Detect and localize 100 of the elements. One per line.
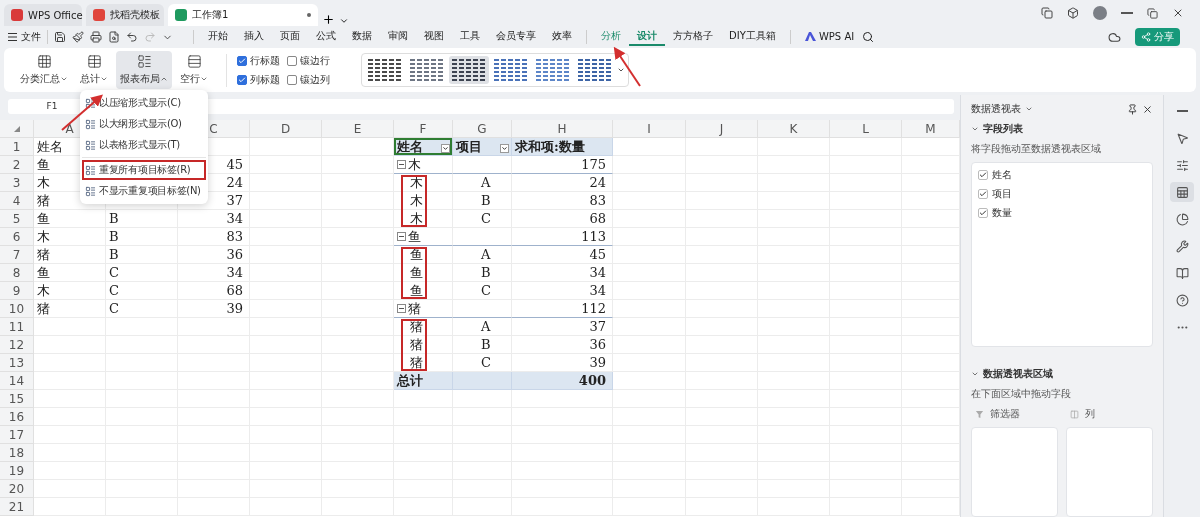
checkbox[interactable]: 列标题 [237,72,287,87]
caret-icon[interactable] [339,16,349,26]
document-tab[interactable]: 工作簿1 [168,4,318,26]
checkbox[interactable]: 镶边行 [287,53,337,68]
column-header[interactable]: I [613,120,686,138]
side-tool-button[interactable] [1170,182,1194,202]
window-icon[interactable] [1041,7,1053,19]
brush-icon[interactable] [72,31,84,43]
table-cell: 36 [178,246,250,264]
row-header[interactable]: 3 [0,174,34,192]
column-header[interactable]: E [322,120,394,138]
menu-tab[interactable]: 插入 [236,28,272,46]
undo-icon[interactable] [126,31,138,43]
new-tab-icon[interactable] [322,13,335,26]
document-tab[interactable]: WPS Office [4,4,82,26]
cursor-icon [1175,131,1189,145]
menu-tab[interactable]: 视图 [416,28,452,46]
share-button[interactable]: 分享 [1135,28,1180,46]
row-header[interactable]: 5 [0,210,34,228]
column-header[interactable]: H [512,120,613,138]
caret-icon[interactable] [971,370,979,378]
menu-tab[interactable]: 开始 [200,28,236,46]
checkbox[interactable]: 行标题 [237,53,287,68]
filter-dropdown-button[interactable] [441,144,450,153]
pin-icon[interactable] [1127,103,1138,115]
more-styles-icon[interactable] [617,66,625,74]
field-checkbox[interactable]: 姓名 [978,168,1146,182]
column-header[interactable]: K [758,120,830,138]
close-icon[interactable] [1172,7,1184,19]
row-header[interactable]: 19 [0,462,34,480]
table-cell: C [453,282,512,300]
field-checkbox[interactable]: 数量 [978,206,1146,220]
column-header[interactable]: F [394,120,453,138]
row-header[interactable]: 20 [0,480,34,498]
caret-icon[interactable] [971,125,979,133]
table-style-gallery[interactable] [361,53,629,87]
menu-tab[interactable]: 页面 [272,28,308,46]
menu-tab[interactable]: 会员专享 [488,28,544,46]
menu-tab[interactable]: 设计 [629,28,665,46]
row-header[interactable]: 21 [0,498,34,516]
row-header[interactable]: 18 [0,444,34,462]
menu-item[interactable]: 重复所有项目标签(R) [82,160,206,180]
cloud-icon[interactable] [1108,30,1121,44]
menu-tab[interactable]: 分析 [593,28,629,46]
column-header[interactable]: J [686,120,758,138]
cube-icon[interactable] [1067,7,1079,19]
collapse-icon[interactable] [397,232,406,241]
ribbon-button[interactable]: 分类汇总 [16,51,72,89]
ribbon-button[interactable]: 报表布局 [116,51,172,89]
avatar[interactable] [1093,6,1107,20]
save-icon[interactable] [54,31,66,43]
chart-icon [1175,212,1189,226]
filter-dropdown-button[interactable] [500,144,509,153]
funnel-icon [975,409,984,419]
ribbon-button[interactable]: 总计 [76,51,112,89]
printer-icon[interactable] [90,31,102,43]
search-icon[interactable] [862,31,875,43]
file-menu[interactable]: 文件 [8,30,41,44]
close-icon[interactable] [1142,103,1153,115]
ribbon-button[interactable]: 空行 [176,51,212,89]
select-all-icon[interactable] [13,125,20,132]
column-header[interactable]: G [453,120,512,138]
row-header[interactable]: 6 [0,228,34,246]
menu-tab[interactable]: 方方格子 [665,28,721,46]
menu-tab[interactable]: 工具 [452,28,488,46]
menu-tab[interactable]: DIY工具箱 [721,28,784,46]
help-icon [1175,293,1189,307]
minimize-icon[interactable] [1176,110,1188,112]
row-header[interactable]: 12 [0,336,34,354]
preview-icon[interactable] [108,31,120,43]
menu-tab[interactable]: 数据 [344,28,380,46]
restore-icon[interactable] [1147,7,1158,19]
caret-icon[interactable] [1025,105,1033,113]
row-header[interactable]: 10 [0,300,34,318]
table-cell: 猪 [34,246,106,264]
ai-tab[interactable]: WPS AI [796,28,863,46]
row-header[interactable]: 15 [0,390,34,408]
row-header[interactable]: 4 [0,192,34,210]
menu-tab[interactable]: 审阅 [380,28,416,46]
row-header[interactable]: 7 [0,246,34,264]
document-tab[interactable]: 找稻壳模板 [86,4,164,26]
row-header[interactable]: 2 [0,156,34,174]
row-header[interactable]: 14 [0,372,34,390]
column-header[interactable]: D [250,120,322,138]
row-header[interactable]: 8 [0,264,34,282]
collapse-icon[interactable] [397,304,406,313]
row-header[interactable]: 1 [0,138,34,156]
row-header[interactable]: 13 [0,354,34,372]
menu-tab[interactable]: 公式 [308,28,344,46]
column-header[interactable]: L [830,120,902,138]
row-header[interactable]: 16 [0,408,34,426]
checkbox[interactable]: 镶边列 [287,72,337,87]
menu-tab[interactable]: 效率 [544,28,580,46]
column-header[interactable]: M [902,120,960,138]
row-header[interactable]: 17 [0,426,34,444]
row-header[interactable]: 11 [0,318,34,336]
table-cell: 83 [512,192,613,210]
row-header[interactable]: 9 [0,282,34,300]
field-checkbox[interactable]: 项目 [978,187,1146,201]
collapse-icon[interactable] [397,160,406,169]
